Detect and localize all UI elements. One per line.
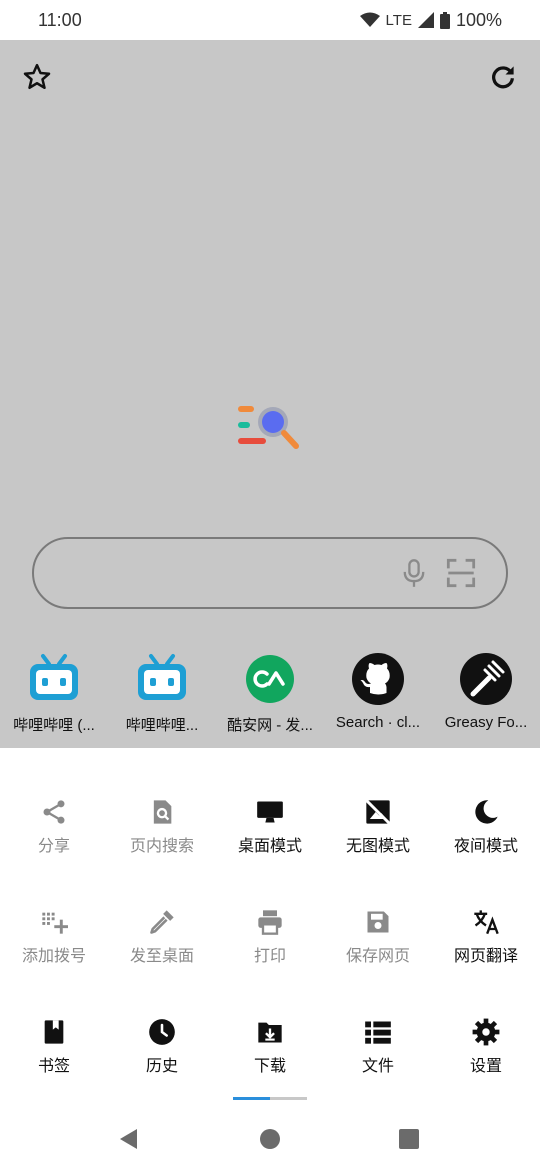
menu-downloads-button[interactable]: 下载: [216, 1018, 324, 1098]
moon-icon: [475, 800, 498, 824]
menu-night-mode-button[interactable]: 夜间模式: [432, 798, 540, 878]
shortcut-label: 酷安网 - 发...: [227, 717, 313, 734]
menu-label: 网页翻译: [453, 948, 518, 965]
wifi-icon: [359, 12, 380, 27]
bookmark-icon: [44, 1020, 64, 1044]
search-bar[interactable]: [32, 537, 508, 609]
bilibili-icon: [30, 654, 78, 700]
shortcut-bilibili-2[interactable]: 哔哩哔哩...: [108, 652, 216, 735]
shortcut-label: Search · cl...: [335, 714, 421, 731]
menu-label: 打印: [253, 948, 286, 965]
desktop-icon: [257, 801, 283, 823]
status-time: 11:00: [38, 9, 82, 30]
browser-logo-icon: [238, 406, 299, 449]
menu-history-button[interactable]: 历史: [108, 1018, 216, 1098]
home-icon[interactable]: [259, 1128, 281, 1150]
greasyfork-icon: [460, 653, 512, 705]
bookmark-star-button[interactable]: [22, 62, 52, 92]
back-icon[interactable]: [118, 1128, 140, 1150]
menu-find-in-page-button[interactable]: 页内搜索: [108, 798, 216, 878]
status-bar: 11:00 LTE 100%: [0, 0, 540, 40]
share-icon: [43, 800, 65, 824]
menu-label: 添加拨号: [21, 948, 86, 965]
coolapk-icon: [246, 655, 294, 703]
microphone-icon[interactable]: [400, 558, 428, 588]
refresh-icon: [492, 66, 514, 89]
menu-save-page-button[interactable]: 保存网页: [324, 908, 432, 988]
add-dial-icon: [42, 912, 68, 934]
translate-icon: [474, 910, 499, 935]
menu-label: 桌面模式: [237, 838, 302, 855]
menu-add-dial-button[interactable]: 添加拨号: [0, 908, 108, 988]
menu-bookmarks-button[interactable]: 书签: [0, 1018, 108, 1098]
network-type: LTE: [385, 11, 412, 29]
pipette-icon: [150, 910, 174, 934]
menu-label: 设置: [469, 1058, 502, 1075]
shortcut-row: 哔哩哔哩 (... 哔哩哔哩... 酷安网 - 发... Search · cl…: [0, 652, 540, 752]
menu-label: 页内搜索: [129, 838, 194, 855]
menu-send-to-desktop-button[interactable]: 发至桌面: [108, 908, 216, 988]
gear-icon: [472, 1018, 500, 1046]
menu-label: 书签: [37, 1058, 70, 1075]
recent-apps-icon[interactable]: [398, 1128, 420, 1150]
bilibili-icon: [138, 654, 186, 700]
shortcut-greasyfork[interactable]: Greasy Fo...: [432, 652, 540, 731]
clock-icon: [149, 1019, 175, 1045]
menu-label: 分享: [37, 838, 70, 855]
battery-level: 100%: [455, 9, 502, 30]
menu-label: 无图模式: [345, 838, 410, 855]
no-image-icon: [365, 799, 391, 825]
shortcut-label: Greasy Fo...: [444, 714, 528, 731]
page-indicator: [233, 1097, 307, 1100]
menu-label: 发至桌面: [129, 948, 194, 965]
menu-label: 历史: [145, 1058, 178, 1075]
menu-desktop-mode-button[interactable]: 桌面模式: [216, 798, 324, 878]
shortcut-coolapk[interactable]: 酷安网 - 发...: [216, 652, 324, 735]
find-in-page-icon: [153, 800, 172, 824]
menu-label: 下载: [253, 1058, 286, 1075]
star-icon: [23, 63, 51, 89]
menu-label: 保存网页: [345, 948, 410, 965]
menu-settings-button[interactable]: 设置: [432, 1018, 540, 1098]
browser-home: 哔哩哔哩 (... 哔哩哔哩... 酷安网 - 发... Search · cl…: [0, 40, 540, 748]
download-icon: [258, 1022, 282, 1043]
print-icon: [258, 910, 282, 935]
menu-label: 夜间模式: [453, 838, 518, 855]
github-icon: [352, 653, 404, 705]
save-icon: [367, 911, 389, 933]
menu-label: 文件: [361, 1058, 394, 1075]
menu-no-image-mode-button[interactable]: 无图模式: [324, 798, 432, 878]
scan-qr-icon[interactable]: [446, 558, 476, 588]
signal-icon: [417, 12, 434, 28]
shortcut-label: 哔哩哔哩 (...: [13, 717, 95, 734]
menu-files-button[interactable]: 文件: [324, 1018, 432, 1098]
shortcut-label: 哔哩哔哩...: [125, 717, 199, 734]
bottom-menu: 分享 页内搜索 桌面模式 无图模式 夜间模式 添加拨号 发至桌面 打印 保存网页…: [0, 748, 540, 1100]
status-indicators: LTE 100%: [359, 9, 502, 31]
page-indicator-active: [233, 1097, 270, 1100]
list-icon: [365, 1021, 391, 1044]
system-nav-bar: [0, 1108, 540, 1170]
menu-print-button[interactable]: 打印: [216, 908, 324, 988]
shortcut-bilibili-1[interactable]: 哔哩哔哩 (...: [0, 652, 108, 735]
menu-share-button[interactable]: 分享: [0, 798, 108, 878]
shortcut-github[interactable]: Search · cl...: [324, 652, 432, 731]
refresh-button[interactable]: [488, 62, 518, 92]
battery-icon: [439, 11, 450, 29]
menu-translate-button[interactable]: 网页翻译: [432, 908, 540, 988]
